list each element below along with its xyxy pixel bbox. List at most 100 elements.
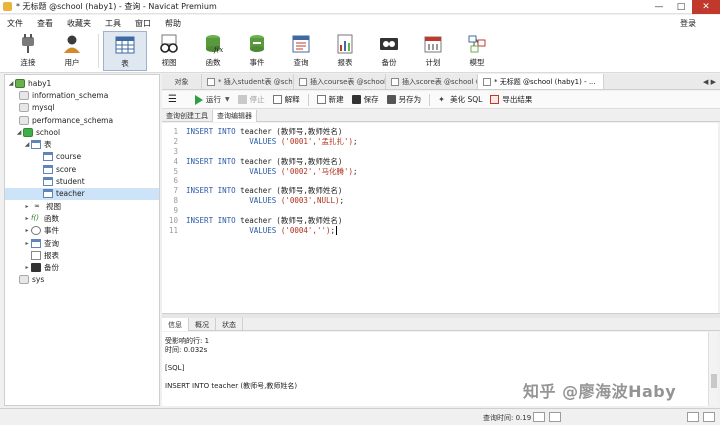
view-button[interactable]: 视图 — [147, 31, 191, 71]
navicat-app-icon — [3, 2, 12, 11]
model-button[interactable]: 模型 — [455, 31, 499, 71]
minimize-button[interactable]: — — [648, 0, 670, 14]
dropdown-arrow-icon[interactable]: ▼ — [225, 96, 230, 103]
line-number: 3 — [173, 146, 178, 156]
table-button[interactable]: 表 — [103, 31, 147, 71]
report-button[interactable]: 报表 — [323, 31, 367, 71]
tab-query-builder[interactable]: 查询创建工具 — [162, 110, 213, 122]
stop-icon — [237, 95, 247, 104]
code-area[interactable]: INSERT INTO teacher (教师号,教师姓名) VALUES ('… — [186, 127, 358, 236]
user-button[interactable]: 用户 — [50, 31, 94, 71]
login-link[interactable]: 登录 — [680, 18, 696, 29]
function-button[interactable]: f(x) 函数 — [191, 31, 235, 71]
tab-scroll-arrows-icon[interactable]: ◀ ▶ — [703, 78, 716, 86]
tab-untitled-query[interactable]: * 无标题 @school (haby1) - ... — [478, 74, 604, 89]
tree-db-label: performance_schema — [32, 115, 114, 125]
explain-button[interactable]: 解释 — [272, 94, 300, 105]
line-number: 2 — [173, 136, 178, 146]
sql-tag-text: [SQL] — [165, 364, 185, 372]
collapse-arrow-icon[interactable]: ◢ — [23, 141, 31, 148]
tab-overview[interactable]: 概况 — [189, 318, 216, 331]
database-icon — [19, 275, 29, 285]
save-button[interactable]: 保存 — [351, 94, 379, 105]
view-label: 视图 — [161, 58, 177, 67]
tree-table-label: teacher — [56, 189, 85, 199]
panel-toggle-icon[interactable] — [703, 412, 715, 422]
expand-arrow-icon[interactable]: ▸ — [23, 227, 31, 234]
result-scrollbar[interactable] — [708, 332, 718, 406]
editor-subtabs: 查询创建工具 查询编辑器 — [162, 110, 720, 122]
tree-db-sys[interactable]: sys — [5, 274, 159, 286]
tree-table-student[interactable]: student — [5, 175, 159, 187]
close-button[interactable]: ✕ — [692, 0, 720, 14]
tree-db-information-schema[interactable]: information_schema — [5, 89, 159, 101]
expand-arrow-icon[interactable]: ▸ — [23, 240, 31, 247]
event-button[interactable]: 事件 — [235, 31, 279, 71]
menu-favorites[interactable]: 收藏夹 — [60, 18, 98, 29]
export-result-button[interactable]: 导出结果 — [490, 94, 532, 105]
menu-hamburger-button[interactable]: ☰ — [168, 94, 177, 105]
tree-views-folder[interactable]: ▸ ∞ 视图 — [5, 200, 159, 212]
report-label: 报表 — [337, 58, 353, 67]
tree-db-performance-schema[interactable]: performance_schema — [5, 114, 159, 126]
expand-arrow-icon[interactable]: ▸ — [23, 215, 31, 222]
window-controls: — □ ✕ — [648, 0, 720, 14]
expand-arrow-icon[interactable]: ▸ — [23, 264, 31, 271]
layout-toggle-icon[interactable] — [687, 412, 699, 422]
tree-db-mysql[interactable]: mysql — [5, 102, 159, 114]
tree-table-teacher[interactable]: teacher — [5, 187, 159, 200]
tree-tables-folder[interactable]: ◢ 表 — [5, 138, 159, 150]
tab-insert-score[interactable]: 插入score表 @school (hab... — [386, 74, 478, 89]
tree-table-score[interactable]: score — [5, 163, 159, 175]
collapse-arrow-icon[interactable]: ◢ — [15, 129, 23, 136]
tab-query-editor[interactable]: 查询编辑器 — [213, 110, 257, 122]
tree-folder-label: 报表 — [44, 250, 59, 260]
backup-button[interactable]: 备份 — [367, 31, 411, 71]
new-query-button[interactable]: 新建 — [316, 94, 344, 105]
menu-view[interactable]: 查看 — [30, 18, 60, 29]
tree-folder-label: 视图 — [46, 201, 61, 211]
sql-text: teacher (教师号,教师姓名) — [235, 127, 343, 136]
play-icon — [194, 94, 203, 105]
sql-semicolon: ; — [330, 225, 336, 235]
tab-info[interactable]: 信息 — [162, 318, 189, 331]
tree-db-school[interactable]: ◢ school — [5, 126, 159, 138]
stop-button[interactable]: 停止 — [237, 94, 265, 105]
form-view-icon[interactable] — [549, 412, 561, 422]
menu-tools[interactable]: 工具 — [98, 18, 128, 29]
tree-events-folder[interactable]: ▸ 事件 — [5, 225, 159, 237]
tab-objects[interactable]: 对象 — [162, 74, 202, 89]
tree-reports-folder[interactable]: 报表 — [5, 249, 159, 261]
beautify-sql-button[interactable]: ✦ 美化 SQL — [438, 94, 482, 105]
tree-folder-label: 函数 — [44, 213, 59, 223]
tab-status[interactable]: 状态 — [216, 318, 243, 331]
tree-table-course[interactable]: course — [5, 151, 159, 163]
expand-arrow-icon[interactable]: ▸ — [23, 203, 31, 210]
scrollbar-thumb[interactable] — [711, 374, 717, 388]
menu-window[interactable]: 窗口 — [128, 18, 158, 29]
maximize-button[interactable]: □ — [670, 0, 692, 14]
tab-insert-course[interactable]: 插入course表 @school (hab... — [294, 74, 386, 89]
sql-values: ('0001','孟扎扎') — [280, 136, 353, 146]
connect-button[interactable]: 连接 — [6, 31, 50, 71]
schedule-button[interactable]: 计划 — [411, 31, 455, 71]
save-as-button[interactable]: 另存为 — [386, 94, 421, 105]
explain-label: 解释 — [284, 95, 300, 104]
tree-queries-folder[interactable]: ▸ 查询 — [5, 237, 159, 249]
run-button[interactable]: 运行 ▼ — [194, 94, 230, 105]
tab-insert-student[interactable]: * 插入student表 @school (h... — [202, 74, 294, 89]
query-icon — [31, 238, 41, 248]
query-time-status: 查询时间: 0.19 — [483, 414, 532, 422]
tree-backups-folder[interactable]: ▸ 备份 — [5, 261, 159, 273]
menu-file[interactable]: 文件 — [0, 18, 30, 29]
tab-objects-label: 对象 — [174, 77, 189, 86]
sql-keyword: VALUES — [249, 166, 277, 176]
tree-functions-folder[interactable]: ▸ f() 函数 — [5, 212, 159, 224]
grid-view-icon[interactable] — [533, 412, 545, 422]
menu-help[interactable]: 帮助 — [158, 18, 188, 29]
query-button[interactable]: 查询 — [279, 31, 323, 71]
sql-editor[interactable]: 1 2 3 4 5 6 7 8 9 10 11 INSERT INTO teac… — [162, 123, 718, 313]
tree-connection[interactable]: ◢ haby1 — [5, 77, 159, 89]
collapse-arrow-icon[interactable]: ◢ — [7, 80, 15, 87]
sql-keyword: INSERT INTO — [186, 186, 236, 196]
